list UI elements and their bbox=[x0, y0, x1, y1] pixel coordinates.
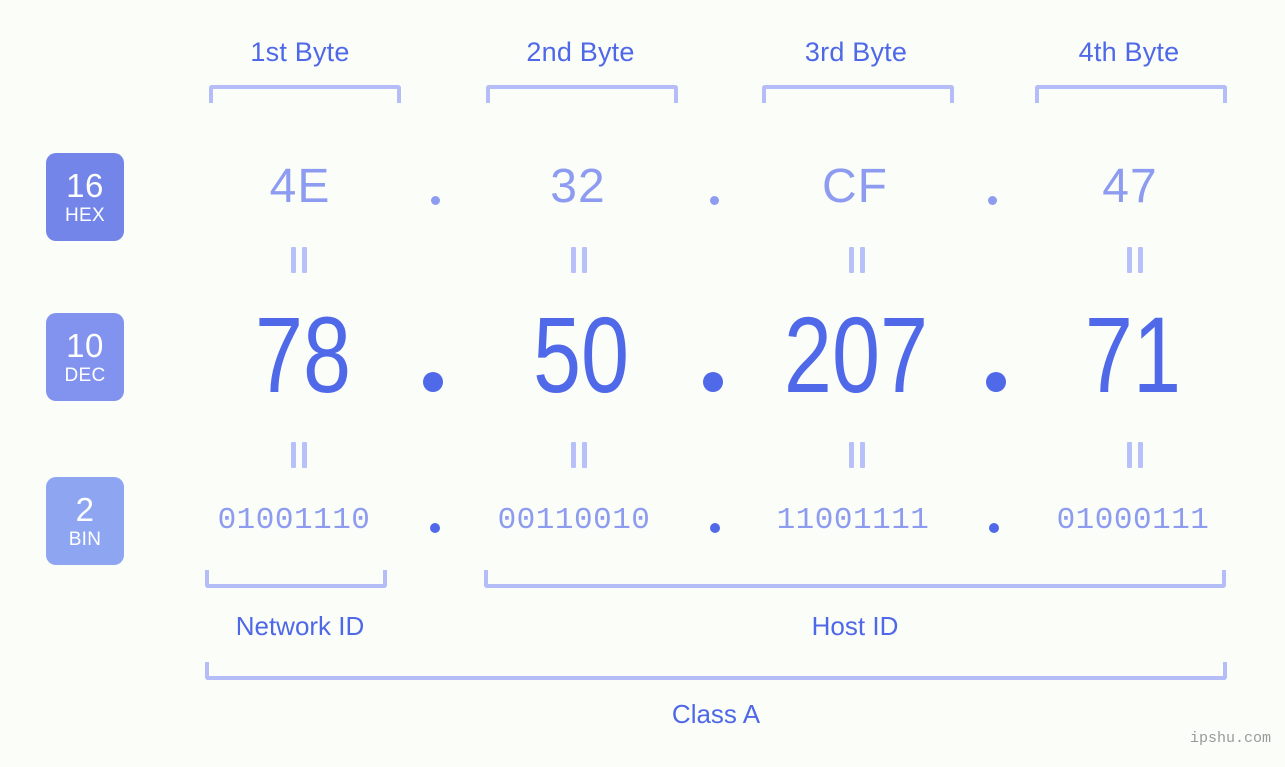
byte-header-3: 3rd Byte bbox=[804, 37, 908, 67]
dec-octet-2: 50 bbox=[532, 294, 630, 415]
hex-separator-1 bbox=[431, 196, 440, 205]
hex-octet-4: 47 bbox=[1102, 160, 1158, 213]
hex-separator-3 bbox=[988, 196, 997, 205]
network-id-label: Network ID bbox=[235, 611, 365, 641]
hex-separator-2 bbox=[710, 196, 719, 205]
bin-octet-2: 00110010 bbox=[497, 503, 651, 538]
byte-header-4: 4th Byte bbox=[1078, 37, 1180, 67]
byte-bracket-top-4 bbox=[1035, 85, 1227, 103]
base-badge-bin-number: 2 bbox=[75, 491, 95, 528]
dec-octet-4: 71 bbox=[1084, 294, 1182, 415]
equals-hex-dec-2 bbox=[568, 247, 590, 273]
bin-separator-1 bbox=[430, 523, 440, 533]
byte-header-2: 2nd Byte bbox=[526, 37, 635, 67]
hex-octet-1: 4E bbox=[269, 160, 331, 213]
bin-octet-4: 01000111 bbox=[1056, 503, 1210, 538]
host-id-label: Host ID bbox=[811, 611, 899, 641]
base-badge-hex-number: 16 bbox=[66, 167, 104, 204]
hex-octet-3: CF bbox=[822, 160, 888, 213]
byte-bracket-top-1 bbox=[209, 85, 401, 103]
bin-octet-3: 11001111 bbox=[776, 503, 930, 538]
class-label: Class A bbox=[671, 699, 761, 729]
equals-hex-dec-4 bbox=[1124, 247, 1146, 273]
ip-breakdown-diagram: 1st Byte 2nd Byte 3rd Byte 4th Byte 16 H… bbox=[0, 0, 1285, 767]
equals-hex-dec-3 bbox=[846, 247, 868, 273]
network-id-bracket bbox=[205, 570, 387, 588]
dec-separator-2 bbox=[703, 372, 723, 392]
equals-dec-bin-4 bbox=[1124, 442, 1146, 468]
bin-separator-2 bbox=[710, 523, 720, 533]
equals-hex-dec-1 bbox=[288, 247, 310, 273]
dec-separator-3 bbox=[986, 372, 1006, 392]
class-bracket bbox=[205, 662, 1227, 680]
base-badge-dec-name: DEC bbox=[64, 365, 106, 386]
bin-octet-1: 01001110 bbox=[217, 503, 371, 538]
byte-header-1: 1st Byte bbox=[250, 37, 350, 67]
base-badge-bin-name: BIN bbox=[68, 529, 102, 550]
bin-separator-3 bbox=[989, 523, 999, 533]
equals-dec-bin-3 bbox=[846, 442, 868, 468]
base-badge-hex-name: HEX bbox=[65, 205, 105, 226]
dec-separator-1 bbox=[423, 372, 443, 392]
dec-octet-1: 78 bbox=[254, 294, 352, 415]
equals-dec-bin-2 bbox=[568, 442, 590, 468]
byte-bracket-top-2 bbox=[486, 85, 678, 103]
host-id-bracket bbox=[484, 570, 1226, 588]
base-badge-dec: 10 DEC bbox=[46, 313, 124, 401]
hex-octet-2: 32 bbox=[550, 160, 606, 213]
dec-octet-3: 207 bbox=[783, 294, 929, 415]
equals-dec-bin-1 bbox=[288, 442, 310, 468]
byte-bracket-top-3 bbox=[762, 85, 954, 103]
watermark: ipshu.com bbox=[1189, 730, 1271, 747]
base-badge-bin: 2 BIN bbox=[46, 477, 124, 565]
base-badge-hex: 16 HEX bbox=[46, 153, 124, 241]
base-badge-dec-number: 10 bbox=[66, 327, 104, 364]
